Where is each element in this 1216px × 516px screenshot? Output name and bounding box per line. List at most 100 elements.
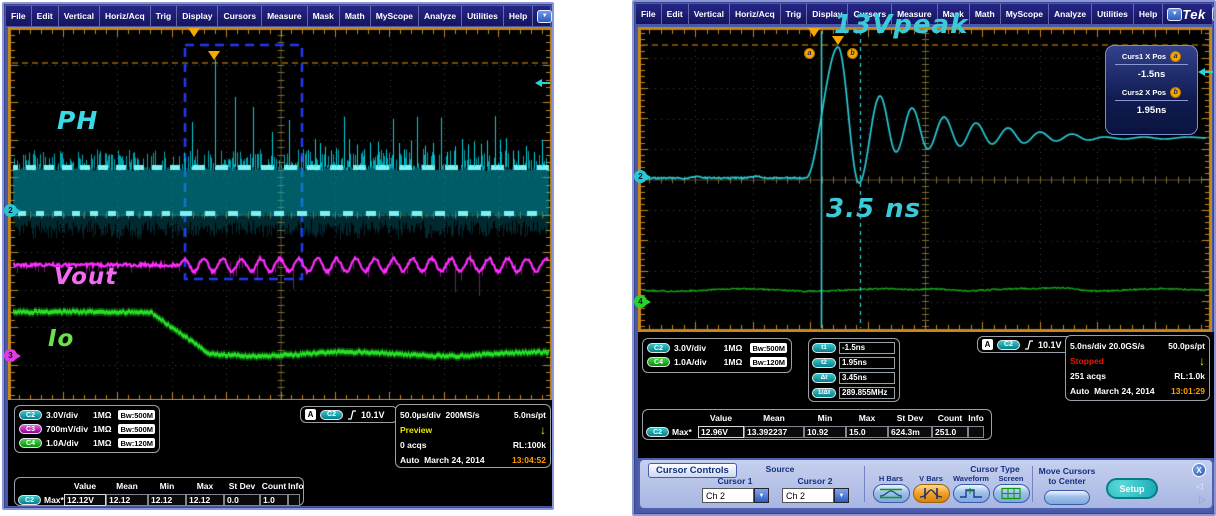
move-cursors-button[interactable]	[1044, 490, 1090, 505]
channel-badge[interactable]: C4	[647, 357, 670, 367]
channel-readout-row[interactable]: C41.0A/div1MΩBw:120M	[647, 355, 787, 369]
channel-badge[interactable]: C2	[647, 343, 670, 353]
channel-badge[interactable]: C2	[19, 410, 42, 420]
trigger-level-arrow[interactable]	[535, 79, 550, 87]
menu-item-myscope[interactable]: MyScope	[1001, 4, 1049, 24]
setup-button[interactable]: Setup	[1106, 478, 1158, 499]
cursor-type-label: Waveform	[952, 474, 990, 483]
cursor-type-v-bars[interactable]: V Bars	[912, 474, 950, 503]
menu-item-horizacq[interactable]: Horiz/Acq	[730, 4, 781, 24]
trigger-position-marker[interactable]	[188, 28, 200, 37]
meas-cell: 624.3m	[888, 426, 932, 438]
cursor-type-h-bars[interactable]: H Bars	[872, 474, 910, 503]
close-panel-button[interactable]: X	[1192, 463, 1206, 477]
cursor1-source-value[interactable]: Ch 2	[702, 488, 754, 503]
menu-item-analyze[interactable]: Analyze	[1049, 4, 1092, 24]
menu-item-utilities[interactable]: Utilities	[1092, 4, 1134, 24]
prev-panel-chevron[interactable]: ◁	[1196, 482, 1203, 491]
channel-3-marker[interactable]: 3	[4, 349, 17, 362]
cursor-a-badge[interactable]: a	[804, 48, 815, 59]
acquisition-status: Preview	[400, 425, 432, 435]
menu-item-edit[interactable]: Edit	[32, 6, 59, 26]
channel-scale: 3.0V/div	[46, 410, 89, 420]
cursor-type-button[interactable]	[993, 484, 1030, 503]
minimize-button[interactable]: –	[1212, 7, 1216, 21]
cursor1-label: Cursor 1	[695, 476, 775, 486]
cursor-type-button[interactable]	[873, 484, 910, 503]
cursor-b-badge: b	[1170, 87, 1181, 98]
meas-header: Max	[846, 413, 888, 423]
label-io: Io	[48, 326, 74, 352]
menu-item-edit[interactable]: Edit	[662, 4, 689, 24]
menu-item-myscope[interactable]: MyScope	[371, 6, 419, 26]
next-panel-chevron[interactable]: ▷	[1199, 495, 1206, 504]
menu-item-horizacq[interactable]: Horiz/Acq	[100, 6, 151, 26]
trigger-level-value: 10.1V	[1038, 340, 1062, 350]
left-channel-readouts[interactable]: C23.0V/div1MΩBw:500MC3700mV/div1MΩBw:500…	[14, 405, 160, 453]
channel-readout-row[interactable]: C41.0A/div1MΩBw:120M	[19, 436, 155, 450]
cursor-b-badge[interactable]: b	[847, 48, 858, 59]
cursor-type-waveform[interactable]: Waveform	[952, 474, 990, 503]
cursor-table-value: 289.855MHz	[839, 387, 895, 399]
menu-item-vertical[interactable]: Vertical	[689, 4, 730, 24]
meas-cell: 1.0	[260, 494, 288, 506]
channel-4-marker[interactable]: 4	[634, 295, 647, 308]
meas-header: Min	[148, 481, 186, 491]
channel-badge[interactable]: C3	[19, 424, 42, 434]
meas-name: Max*	[672, 427, 692, 437]
menu-item-file[interactable]: File	[636, 4, 662, 24]
channel-2-marker[interactable]: 2	[4, 204, 17, 217]
left-waveform-display	[8, 27, 553, 402]
menu-item-trig[interactable]: Trig	[151, 6, 178, 26]
curs1-x-pos-value: -1.5ns	[1113, 67, 1190, 80]
meas-cell: 12.12	[148, 494, 186, 506]
chevron-down-icon[interactable]: ▼	[754, 488, 769, 503]
channel-bandwidth: Bw:500M	[750, 343, 787, 353]
menu-item-display[interactable]: Display	[177, 6, 218, 26]
cursor-type-button[interactable]	[953, 484, 990, 503]
channel-scale: 3.0V/div	[674, 343, 720, 353]
cursor2-source-value[interactable]: Ch 2	[782, 488, 834, 503]
menu-item-help[interactable]: Help	[504, 6, 533, 26]
menu-item-math[interactable]: Math	[340, 6, 371, 26]
trigger-position-marker[interactable]	[808, 28, 820, 37]
channel-readout-row[interactable]: C23.0V/div1MΩBw:500M	[647, 341, 787, 355]
cursor2-source-select[interactable]: Ch 2 ▼	[782, 488, 849, 503]
channel-2-marker[interactable]: 2	[634, 170, 647, 183]
menu-overflow-button[interactable]: ▼	[1167, 8, 1182, 21]
menu-item-file[interactable]: File	[6, 6, 32, 26]
menu-item-help[interactable]: Help	[1134, 4, 1163, 24]
trigger-level-arrow[interactable]	[1198, 68, 1213, 76]
channel-badge[interactable]: C4	[19, 438, 42, 448]
menu-item-mask[interactable]: Mask	[308, 6, 340, 26]
right-timebase-readout[interactable]: 5.0ns/div 20.0GS/s50.0ps/pt Stopped↓ 251…	[1065, 335, 1210, 401]
meas-channel-badge: C2	[18, 495, 41, 505]
menu-item-analyze[interactable]: Analyze	[419, 6, 462, 26]
menu-item-trig[interactable]: Trig	[781, 4, 808, 24]
menu-item-vertical[interactable]: Vertical	[59, 6, 100, 26]
menu-item-measure[interactable]: Measure	[262, 6, 308, 26]
menu-item-cursors[interactable]: Cursors	[218, 6, 262, 26]
right-channel-readouts[interactable]: C23.0V/div1MΩBw:500MC41.0A/div1MΩBw:120M	[642, 338, 792, 373]
waveform-cursor-icon	[958, 487, 984, 500]
meas-cell: 0.0	[224, 494, 260, 506]
meas-header: Count	[932, 413, 968, 423]
channel-readout-row[interactable]: C23.0V/div1MΩBw:500M	[19, 408, 155, 422]
right-scope-window: FileEditVerticalHoriz/AcqTrigDisplayCurs…	[632, 0, 1216, 516]
cursor1-source-select[interactable]: Ch 2 ▼	[702, 488, 769, 503]
left-trigger-readout[interactable]: A C2 10.1V	[300, 406, 398, 423]
meas-header: Mean	[106, 481, 148, 491]
curs2-x-pos-label: Curs2 X Pos	[1122, 88, 1166, 97]
chevron-down-icon[interactable]: ▼	[834, 488, 849, 503]
meas-cell: 15.0	[846, 426, 888, 438]
menu-item-math[interactable]: Math	[970, 4, 1001, 24]
left-timebase-readout[interactable]: 50.0µs/div 200MS/s5.0ns/pt Preview↓ 0 ac…	[395, 404, 551, 468]
channel-readout-row[interactable]: C3700mV/div1MΩBw:500M	[19, 422, 155, 436]
cursor-type-button[interactable]	[913, 484, 950, 503]
trigger-level-value: 10.1V	[361, 410, 385, 420]
trigger-source-badge: C2	[997, 340, 1020, 350]
cursor-type-screen[interactable]: Screen	[992, 474, 1030, 503]
menu-item-utilities[interactable]: Utilities	[462, 6, 504, 26]
menu-overflow-button[interactable]: ▼	[537, 10, 552, 23]
left-graticule	[8, 27, 553, 402]
